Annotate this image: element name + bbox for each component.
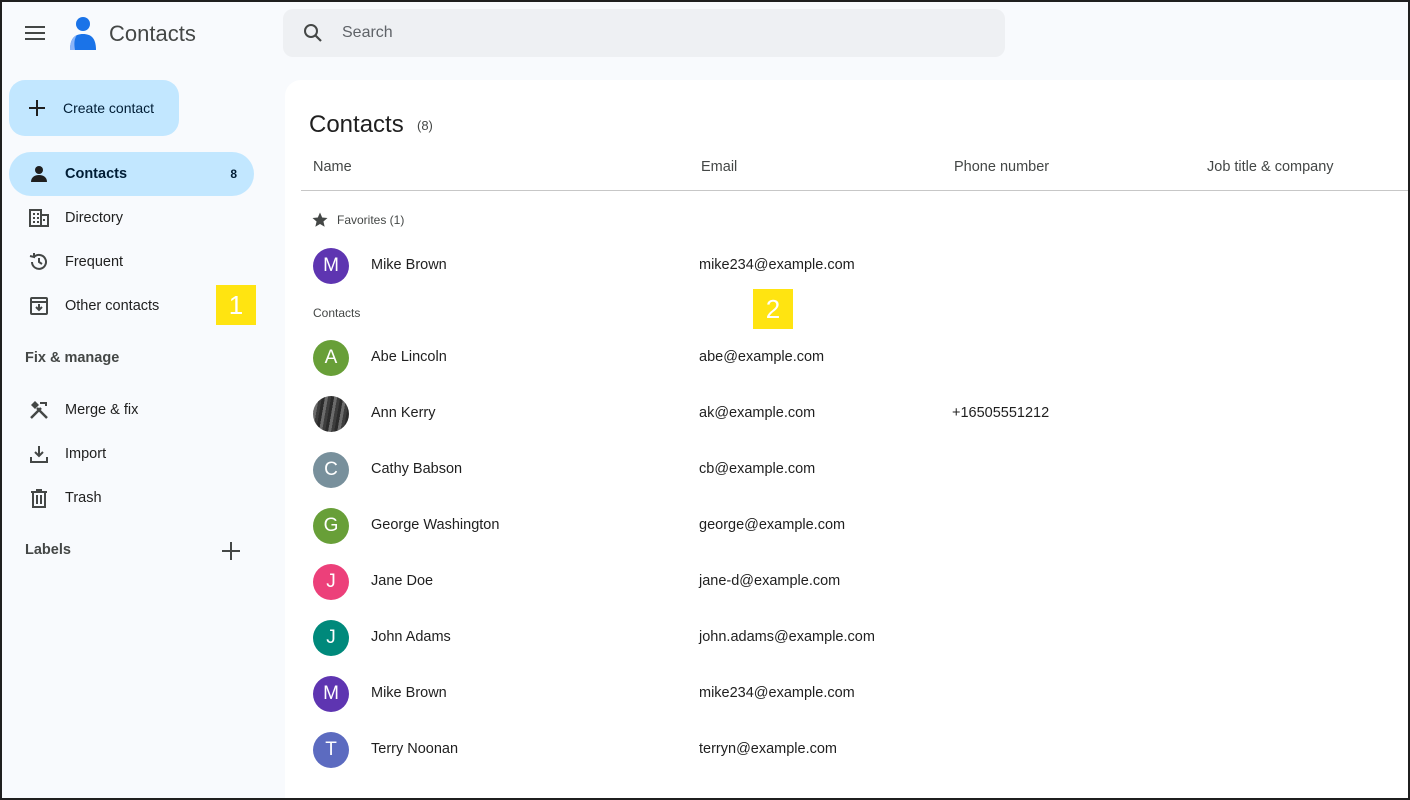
contact-name: George Washington — [371, 517, 500, 533]
hamburger-menu-icon — [25, 26, 45, 40]
contact-row[interactable]: Ann Kerry ak@example.com +16505551212 — [301, 386, 1408, 442]
avatar: C — [313, 452, 349, 488]
contact-row[interactable]: M Mike Brown mike234@example.com — [301, 238, 1408, 294]
contact-row[interactable]: J Jane Doe jane-d@example.com — [301, 554, 1408, 610]
contact-row[interactable]: T Terry Noonan terryn@example.com — [301, 722, 1408, 778]
sidebar-item-contacts[interactable]: Contacts 8 — [9, 152, 254, 196]
merge-fix-icon — [27, 398, 51, 422]
callout-marker: 1 — [216, 285, 256, 325]
contact-name: Terry Noonan — [371, 741, 459, 757]
search-bar[interactable] — [283, 9, 1005, 57]
contact-row[interactable]: C Cathy Babson cb@example.com — [301, 442, 1408, 498]
column-header-job-title[interactable]: Job title & company — [1207, 159, 1334, 175]
contacts-logo-icon[interactable] — [64, 14, 100, 52]
labels-header: Labels — [25, 542, 71, 558]
avatar: J — [313, 564, 349, 600]
sidebar-item-merge-fix[interactable]: Merge & fix — [9, 388, 254, 432]
contact-name: Abe Lincoln — [371, 349, 447, 365]
sidebar-item-label: Contacts — [65, 166, 128, 182]
contacts-total-count: (8) — [417, 118, 433, 133]
avatar: G — [313, 508, 349, 544]
download-icon — [27, 442, 51, 466]
plus-icon — [29, 100, 45, 116]
fix-manage-header: Fix & manage — [25, 350, 120, 366]
header-divider — [301, 190, 1408, 191]
create-contact-label: Create contact — [63, 100, 155, 116]
contacts-app: Contacts Create contact Contacts 8 — [0, 0, 1410, 800]
column-header-phone[interactable]: Phone number — [954, 159, 1049, 175]
contact-email: mike234@example.com — [699, 685, 855, 701]
avatar: M — [313, 248, 349, 284]
contact-email: jane-d@example.com — [699, 573, 841, 589]
avatar: M — [313, 676, 349, 712]
sidebar-item-directory[interactable]: Directory — [9, 196, 254, 240]
avatar: A — [313, 340, 349, 376]
plus-icon — [222, 542, 240, 560]
contact-email: ak@example.com — [699, 405, 816, 421]
page-title: Contacts — [309, 111, 404, 138]
column-header-email[interactable]: Email — [701, 159, 737, 175]
archive-download-icon — [27, 294, 51, 318]
sidebar-item-label: Trash — [65, 490, 102, 506]
avatar: J — [313, 620, 349, 656]
sidebar-item-label: Merge & fix — [65, 402, 139, 418]
callout-marker: 2 — [753, 289, 793, 329]
contact-row[interactable]: G George Washington george@example.com — [301, 498, 1408, 554]
contact-name: John Adams — [371, 629, 451, 645]
contact-name: Ann Kerry — [371, 405, 436, 421]
person-icon — [27, 162, 51, 186]
sidebar-item-import[interactable]: Import — [9, 432, 254, 476]
sidebar-item-label: Directory — [65, 210, 124, 226]
contact-row[interactable]: J John Adams john.adams@example.com — [301, 610, 1408, 666]
contact-email: john.adams@example.com — [699, 629, 875, 645]
contacts-group-label: Contacts — [313, 306, 361, 320]
directory-icon — [27, 206, 51, 230]
contact-name: Jane Doe — [371, 573, 434, 589]
create-contact-button[interactable]: Create contact — [9, 80, 179, 136]
main-menu-button[interactable] — [18, 16, 52, 50]
contact-name: Cathy Babson — [371, 461, 463, 477]
contact-email: mike234@example.com — [699, 257, 855, 273]
avatar-photo — [313, 396, 349, 432]
add-label-button[interactable] — [218, 538, 244, 564]
contact-email: george@example.com — [699, 517, 846, 533]
avatar: T — [313, 732, 349, 768]
column-header-name[interactable]: Name — [313, 159, 352, 175]
star-icon — [312, 212, 328, 227]
trash-icon — [27, 486, 51, 510]
contact-phone: +16505551212 — [952, 405, 1050, 421]
sidebar-item-frequent[interactable]: Frequent — [9, 240, 254, 284]
contact-email: abe@example.com — [699, 349, 825, 365]
contact-email: cb@example.com — [699, 461, 816, 477]
contact-name: Mike Brown — [371, 685, 447, 701]
favorites-label-text: Favorites (1) — [337, 213, 405, 227]
contacts-panel: Contacts (8) Name Email Phone number Job… — [285, 80, 1408, 798]
contact-email: terryn@example.com — [699, 741, 838, 757]
sidebar-item-label: Import — [65, 446, 107, 462]
app-title: Contacts — [109, 21, 196, 46]
favorites-group-label: Favorites (1) — [311, 211, 404, 229]
sidebar-item-label: Frequent — [65, 254, 124, 270]
contacts-count-badge: 8 — [230, 167, 237, 181]
search-icon[interactable] — [301, 21, 325, 45]
sidebar-item-label: Other contacts — [65, 298, 160, 314]
history-icon — [27, 250, 51, 274]
contact-row[interactable]: M Mike Brown mike234@example.com — [301, 666, 1408, 722]
sidebar-item-trash[interactable]: Trash — [9, 476, 254, 520]
search-input[interactable] — [342, 24, 942, 42]
contact-row[interactable]: A Abe Lincoln abe@example.com — [301, 330, 1408, 386]
contact-name: Mike Brown — [371, 257, 447, 273]
